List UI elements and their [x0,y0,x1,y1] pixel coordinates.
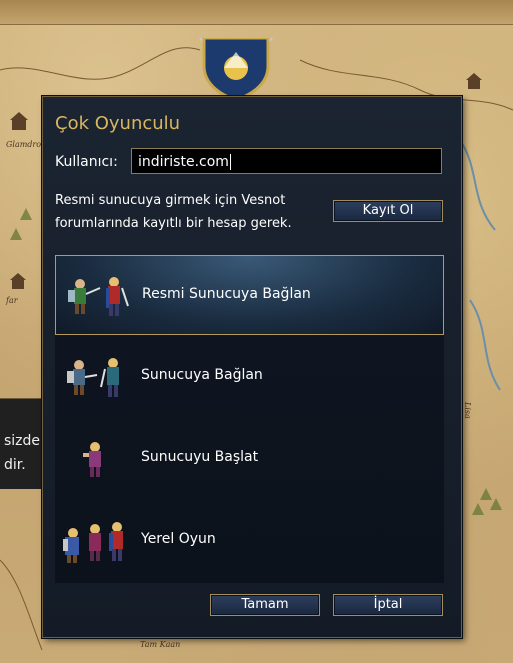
two-warriors-icon [67,358,119,397]
option-host-server[interactable]: Sunucuyu Başlat [55,419,444,499]
register-button[interactable]: Kayıt Ol [333,200,443,222]
three-warriors-icon [63,522,123,563]
option-label: Yerel Oyun [141,531,216,547]
single-warrior-icon [83,442,101,477]
background-text-sizde: sizde [4,433,41,449]
option-local-game[interactable]: Yerel Oyun [55,501,444,581]
info-text: Resmi sunucuya girmek için Vesnot foruml… [55,189,335,235]
cancel-button[interactable]: İptal [333,594,443,616]
shield-crest-icon [198,38,274,98]
username-value: indiriste.com [138,154,229,170]
info-line-2: forumlarında kayıtlı bir hesap gerek. [55,216,292,231]
multiplayer-dialog: Çok Oyunculu Kullanıcı: indiriste.com Re… [42,96,462,638]
ok-button[interactable]: Tamam [210,594,320,616]
info-line-1: Resmi sunucuya girmek için Vesnot [55,193,286,208]
text-caret [229,154,231,170]
option-label: Resmi Sunucuya Bağlan [142,286,311,302]
two-warriors-attack-icon [68,277,129,316]
username-input[interactable]: indiriste.com [131,148,442,174]
username-label: Kullanıcı: [55,154,118,170]
option-label: Sunucuyu Başlat [141,449,259,465]
option-official-server[interactable]: Resmi Sunucuya Bağlan [55,255,444,335]
background-text-dir: dir. [4,457,26,473]
dialog-title: Çok Oyunculu [55,113,181,134]
options-list: Resmi Sunucuya Bağlan Sunucuya Bağlan Su… [55,255,444,583]
background-panel: sizde dir. [0,398,42,489]
option-connect-server[interactable]: Sunucuya Bağlan [55,337,444,417]
option-label: Sunucuya Bağlan [141,367,263,383]
